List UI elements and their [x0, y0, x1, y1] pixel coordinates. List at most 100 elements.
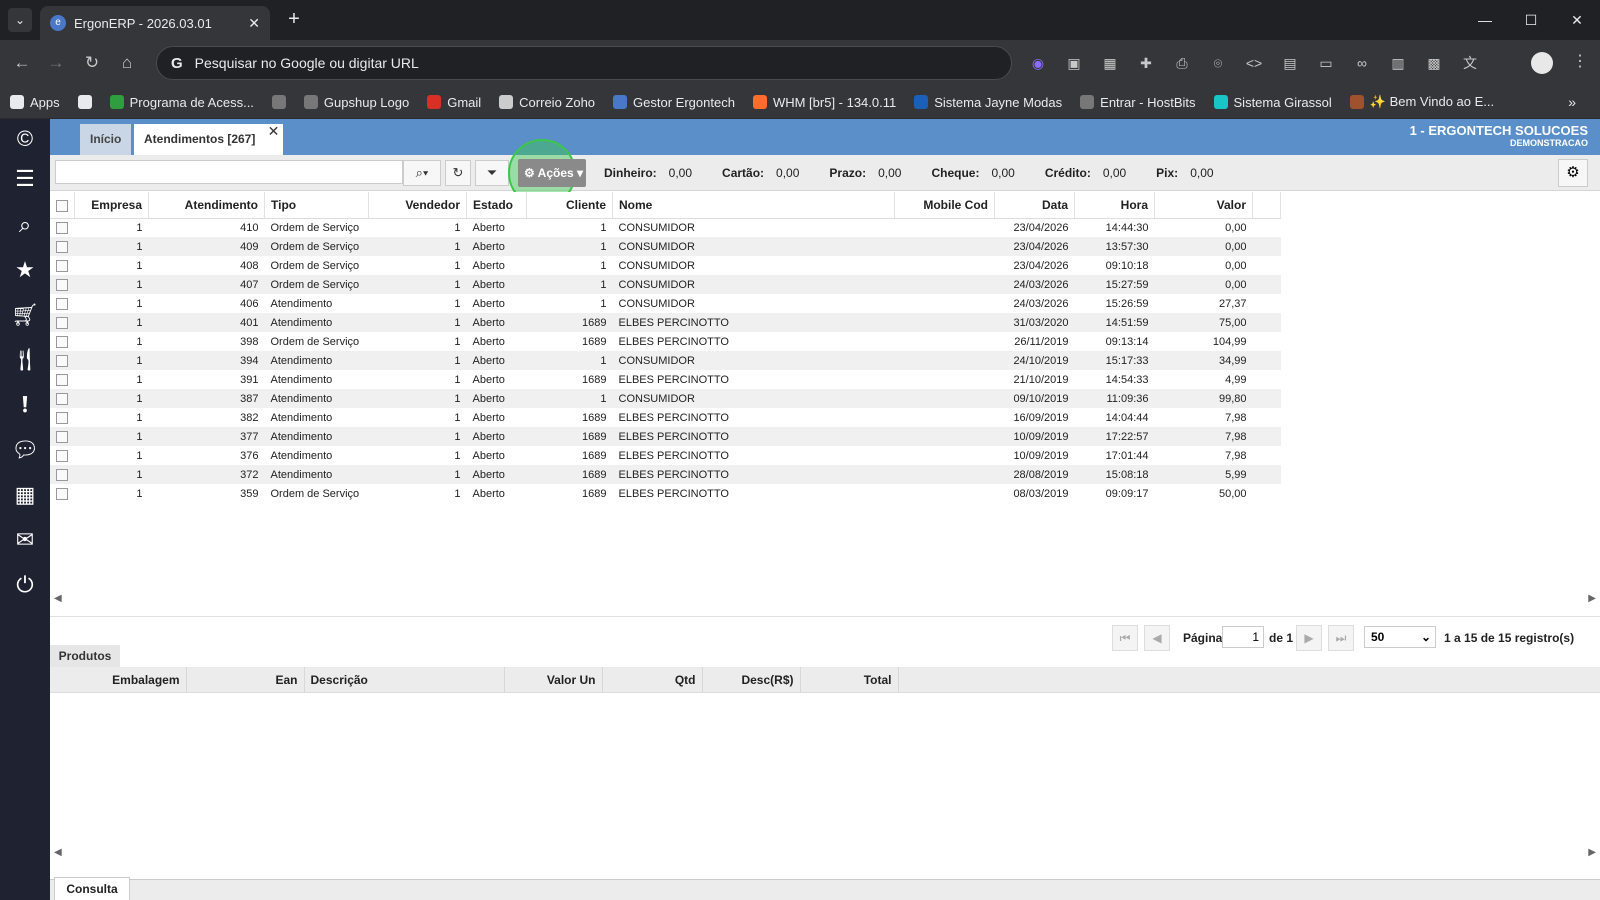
- bookmark-item[interactable]: Programa de Acess...: [109, 95, 254, 110]
- link-icon[interactable]: ∞: [1350, 52, 1374, 74]
- extension-3-icon[interactable]: ▦: [1098, 52, 1122, 74]
- col-empresa[interactable]: Empresa: [74, 192, 149, 219]
- bookmark-item[interactable]: Entrar - HostBits: [1080, 95, 1196, 110]
- translate-icon[interactable]: 文: [1458, 52, 1482, 74]
- row-checkbox[interactable]: [50, 427, 75, 446]
- tab-produtos[interactable]: Produtos: [50, 645, 120, 667]
- browser-menu-icon[interactable]: ⋮: [1572, 51, 1588, 71]
- restaurant-icon[interactable]: 🍴︎: [9, 344, 41, 376]
- extension-2-icon[interactable]: ▣: [1062, 52, 1086, 74]
- power-icon[interactable]: ⏻: [9, 569, 41, 601]
- col-vendedor[interactable]: Vendedor: [368, 192, 467, 219]
- qr-icon[interactable]: ▩: [1422, 52, 1446, 74]
- table-row[interactable]: 1 387 Atendimento 1 Aberto 1 CONSUMIDOR 09/10/2…: [50, 389, 1281, 408]
- scroll-left-icon[interactable]: ◀: [54, 593, 62, 604]
- mail-icon[interactable]: ✉: [9, 524, 41, 556]
- row-checkbox[interactable]: [50, 408, 75, 427]
- bookmark-item[interactable]: Gmail: [427, 95, 481, 110]
- chat-icon[interactable]: 💬︎: [9, 434, 41, 466]
- table-row[interactable]: 1 401 Atendimento 1 Aberto 1689 ELBES PERCINOT…: [50, 313, 1281, 332]
- tab-atendimentos[interactable]: Atendimentos [267] ✕: [134, 123, 284, 155]
- row-checkbox[interactable]: [50, 351, 75, 370]
- tab-search-chevron-icon[interactable]: ⌄: [8, 8, 32, 32]
- bookmark-item[interactable]: Gupshup Logo: [303, 95, 409, 110]
- more-bookmarks-icon[interactable]: »: [1568, 94, 1576, 110]
- col-cliente[interactable]: Cliente: [526, 192, 613, 219]
- cart-icon[interactable]: 🛒︎: [9, 299, 41, 331]
- search-icon[interactable]: ⌕: [9, 209, 41, 241]
- page-size-select[interactable]: 50 ⌄: [1364, 626, 1436, 648]
- col-ean[interactable]: Ean: [186, 667, 305, 693]
- forward-icon[interactable]: →: [44, 51, 68, 75]
- table-row[interactable]: 1 410 Ordem de Serviço 1 Aberto 1 CONSUMIDOR 23…: [50, 218, 1281, 237]
- table-row[interactable]: 1 406 Atendimento 1 Aberto 1 CONSUMIDOR 24/03/2…: [50, 294, 1281, 313]
- back-icon[interactable]: ←: [10, 51, 34, 75]
- home-icon[interactable]: ⌂: [115, 51, 139, 75]
- devtools-code-icon[interactable]: <>: [1242, 52, 1266, 74]
- bookmark-item[interactable]: [271, 95, 286, 109]
- search-dropdown-button[interactable]: ⌕▾: [403, 160, 441, 186]
- row-checkbox[interactable]: [50, 256, 75, 275]
- col-data[interactable]: Data: [994, 192, 1075, 219]
- col-mobile-cod[interactable]: Mobile Cod: [894, 192, 995, 219]
- table-row[interactable]: 1 398 Ordem de Serviço 1 Aberto 1689 ELBES PER…: [50, 332, 1281, 351]
- row-checkbox[interactable]: [50, 218, 75, 237]
- bookmark-item[interactable]: Sistema Girassol: [1213, 95, 1332, 110]
- bookmark-item[interactable]: Correio Zoho: [499, 95, 595, 110]
- grid-horizontal-scrollbar[interactable]: ◀ ▶: [54, 593, 1600, 604]
- omnibox[interactable]: G Pesquisar no Google ou digitar URL: [156, 46, 1012, 80]
- responsive-icon[interactable]: ▭: [1314, 52, 1338, 74]
- close-tab-icon[interactable]: ✕: [248, 15, 260, 32]
- profile-avatar[interactable]: [1531, 52, 1553, 74]
- actions-button[interactable]: ⚙ Ações ▾: [518, 159, 586, 187]
- row-checkbox[interactable]: [50, 465, 75, 484]
- last-page-icon[interactable]: ⏭: [1328, 625, 1354, 651]
- prev-page-icon[interactable]: ◀: [1144, 625, 1170, 651]
- table-row[interactable]: 1 407 Ordem de Serviço 1 Aberto 1 CONSUMIDOR 24…: [50, 275, 1281, 294]
- reader-icon[interactable]: ▥: [1386, 52, 1410, 74]
- col-descricao[interactable]: Descrição: [304, 667, 505, 693]
- col-desc[interactable]: Desc(R$): [702, 667, 801, 693]
- col-embalagem[interactable]: Embalagem: [50, 667, 187, 693]
- select-all-checkbox[interactable]: [50, 192, 75, 219]
- row-checkbox[interactable]: [50, 332, 75, 351]
- bookmark-item[interactable]: WHM [br5] - 134.0.11: [752, 95, 896, 110]
- bookmark-item[interactable]: Apps: [10, 95, 60, 110]
- row-checkbox[interactable]: [50, 484, 75, 503]
- filter-button[interactable]: ⏷: [475, 160, 509, 186]
- row-checkbox[interactable]: [50, 389, 75, 408]
- col-total[interactable]: Total: [800, 667, 899, 693]
- ergon-logo-icon[interactable]: ©: [9, 123, 41, 155]
- calculator-icon[interactable]: ▦: [9, 479, 41, 511]
- maximize-icon[interactable]: ☐: [1508, 0, 1554, 40]
- table-row[interactable]: 1 394 Atendimento 1 Aberto 1 CONSUMIDOR 24/10/2…: [50, 351, 1281, 370]
- tab-consulta[interactable]: Consulta: [54, 877, 130, 900]
- col-valor-un[interactable]: Valor Un: [504, 667, 603, 693]
- minimize-icon[interactable]: —: [1462, 0, 1508, 40]
- search-input[interactable]: [55, 160, 403, 184]
- table-row[interactable]: 1 391 Atendimento 1 Aberto 1689 ELBES PERCINOT…: [50, 370, 1281, 389]
- reload-icon[interactable]: ↻: [80, 51, 104, 75]
- extension-1-icon[interactable]: ◉: [1026, 52, 1050, 74]
- row-checkbox[interactable]: [50, 446, 75, 465]
- col-qtd[interactable]: Qtd: [602, 667, 703, 693]
- browser-tab-active[interactable]: e ErgonERP - 2026.03.01 ✕: [40, 6, 270, 40]
- alert-icon[interactable]: ❗︎: [9, 389, 41, 421]
- first-page-icon[interactable]: ⏮: [1112, 625, 1138, 651]
- new-tab-icon[interactable]: +: [282, 8, 306, 32]
- col-tipo[interactable]: Tipo: [264, 192, 369, 219]
- table-row[interactable]: 1 359 Ordem de Serviço 1 Aberto 1689 ELBES PER…: [50, 484, 1281, 503]
- print-icon[interactable]: ⎙: [1170, 52, 1194, 74]
- table-row[interactable]: 1 408 Ordem de Serviço 1 Aberto 1 CONSUMIDOR 23…: [50, 256, 1281, 275]
- close-window-icon[interactable]: ✕: [1554, 0, 1600, 40]
- table-row[interactable]: 1 382 Atendimento 1 Aberto 1689 ELBES PERCINOT…: [50, 408, 1281, 427]
- bookmark-item[interactable]: Sistema Jayne Modas: [914, 95, 1062, 110]
- col-valor[interactable]: Valor: [1154, 192, 1253, 219]
- table-row[interactable]: 1 409 Ordem de Serviço 1 Aberto 1 CONSUMIDOR 23…: [50, 237, 1281, 256]
- close-tab-icon[interactable]: ✕: [268, 116, 280, 147]
- col-atendimento[interactable]: Atendimento: [148, 192, 265, 219]
- settings-button[interactable]: ⚙: [1558, 159, 1588, 187]
- row-checkbox[interactable]: [50, 370, 75, 389]
- col-nome[interactable]: Nome: [612, 192, 895, 219]
- page-input[interactable]: 1: [1222, 626, 1264, 648]
